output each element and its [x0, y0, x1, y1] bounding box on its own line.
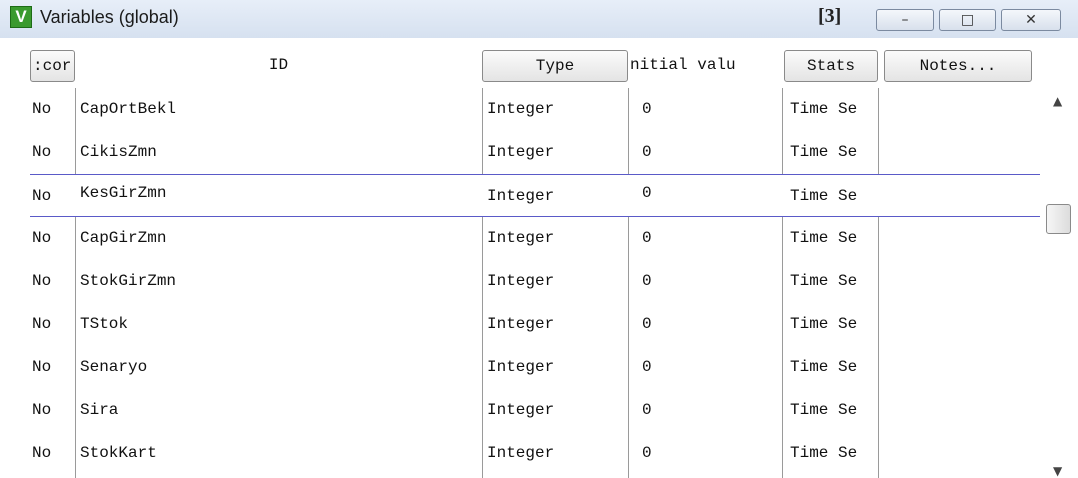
- variables-table: No CapOrtBekl Integer 0 Time Se No CikisZmn Int…: [30, 88, 1040, 478]
- row-on-cell[interactable]: No: [32, 131, 72, 174]
- row-type-cell[interactable]: Integer: [487, 260, 627, 303]
- app-icon: V: [10, 6, 32, 28]
- row-on-cell[interactable]: No: [32, 175, 72, 218]
- table-row[interactable]: No Senaryo Integer 0 Time Se: [30, 346, 1040, 389]
- row-stats-cell[interactable]: Time Se: [790, 217, 876, 260]
- row-id-cell[interactable]: KesGirZmn: [80, 175, 480, 218]
- row-stats-cell[interactable]: Time Se: [790, 389, 876, 432]
- column-header-initial-value[interactable]: nitial valu: [628, 50, 782, 82]
- column-header-notes[interactable]: Notes...: [884, 50, 1032, 82]
- row-id-cell[interactable]: Senaryo: [80, 346, 480, 389]
- row-type-cell[interactable]: Integer: [487, 131, 627, 174]
- row-stats-cell[interactable]: Time Se: [790, 88, 876, 131]
- row-initial-value-cell[interactable]: 0: [642, 389, 782, 432]
- row-id-cell[interactable]: StokGirZmn: [80, 260, 480, 303]
- row-on-cell[interactable]: No: [32, 432, 72, 475]
- row-initial-value-cell[interactable]: 0: [642, 88, 782, 131]
- title-bar: V Variables (global) [3] – □ ✕: [0, 0, 1078, 38]
- row-id-cell[interactable]: Sira: [80, 389, 480, 432]
- row-stats-cell[interactable]: Time Se: [790, 260, 876, 303]
- row-initial-value-cell[interactable]: 0: [642, 303, 782, 346]
- row-id-cell[interactable]: StokKart: [80, 432, 480, 475]
- column-header-stats[interactable]: Stats: [784, 50, 878, 82]
- row-initial-value-cell[interactable]: 0: [642, 131, 782, 174]
- table-row[interactable]: No CapOrtBekl Integer 0 Time Se: [30, 88, 1040, 131]
- window-title: Variables (global): [40, 7, 179, 27]
- row-type-cell[interactable]: Integer: [487, 303, 627, 346]
- row-initial-value-cell[interactable]: 0: [642, 346, 782, 389]
- row-stats-cell[interactable]: Time Se: [790, 432, 876, 475]
- row-initial-value-cell[interactable]: 0: [642, 175, 782, 218]
- vertical-scrollbar[interactable]: ▲ ▼: [1040, 88, 1078, 478]
- table-row[interactable]: No CikisZmn Integer 0 Time Se: [30, 131, 1040, 174]
- row-type-cell[interactable]: Integer: [487, 389, 627, 432]
- row-stats-cell[interactable]: Time Se: [790, 175, 876, 218]
- scroll-down-icon[interactable]: ▼: [1053, 464, 1062, 478]
- row-type-cell[interactable]: Integer: [487, 346, 627, 389]
- row-on-cell[interactable]: No: [32, 88, 72, 131]
- window-count: [3]: [818, 5, 842, 27]
- row-on-cell[interactable]: No: [32, 303, 72, 346]
- row-stats-cell[interactable]: Time Se: [790, 303, 876, 346]
- minimize-button[interactable]: –: [876, 9, 934, 31]
- row-id-cell[interactable]: TStok: [80, 303, 480, 346]
- scrollbar-thumb[interactable]: [1046, 204, 1071, 234]
- close-button[interactable]: ✕: [1001, 9, 1061, 31]
- close-icon: ✕: [1025, 12, 1037, 28]
- maximize-button[interactable]: □: [939, 9, 996, 31]
- table-row[interactable]: No KesGirZmn Integer 0 Time Se: [30, 174, 1040, 217]
- table-row[interactable]: No TStok Integer 0 Time Se: [30, 303, 1040, 346]
- column-header-icon[interactable]: :cor: [30, 50, 75, 82]
- row-id-cell[interactable]: CapGirZmn: [80, 217, 480, 260]
- row-on-cell[interactable]: No: [32, 346, 72, 389]
- row-stats-cell[interactable]: Time Se: [790, 131, 876, 174]
- table-row[interactable]: No Sira Integer 0 Time Se: [30, 389, 1040, 432]
- table-row[interactable]: No StokGirZmn Integer 0 Time Se: [30, 260, 1040, 303]
- row-initial-value-cell[interactable]: 0: [642, 260, 782, 303]
- row-type-cell[interactable]: Integer: [487, 88, 627, 131]
- table-row[interactable]: No StokKart Integer 0 Time Se: [30, 432, 1040, 475]
- table-row[interactable]: No CapGirZmn Integer 0 Time Se: [30, 217, 1040, 260]
- minimize-icon: –: [901, 12, 909, 28]
- row-id-cell[interactable]: CapOrtBekl: [80, 88, 480, 131]
- column-header-type[interactable]: Type: [482, 50, 628, 82]
- row-stats-cell[interactable]: Time Se: [790, 346, 876, 389]
- row-type-cell[interactable]: Integer: [487, 175, 627, 218]
- row-initial-value-cell[interactable]: 0: [642, 432, 782, 475]
- row-on-cell[interactable]: No: [32, 217, 72, 260]
- row-initial-value-cell[interactable]: 0: [642, 217, 782, 260]
- row-id-cell[interactable]: CikisZmn: [80, 131, 480, 174]
- scroll-up-icon[interactable]: ▲: [1053, 94, 1062, 108]
- row-on-cell[interactable]: No: [32, 389, 72, 432]
- maximize-icon: □: [960, 12, 975, 28]
- row-type-cell[interactable]: Integer: [487, 432, 627, 475]
- column-header-id[interactable]: ID: [75, 50, 482, 82]
- row-type-cell[interactable]: Integer: [487, 217, 627, 260]
- row-on-cell[interactable]: No: [32, 260, 72, 303]
